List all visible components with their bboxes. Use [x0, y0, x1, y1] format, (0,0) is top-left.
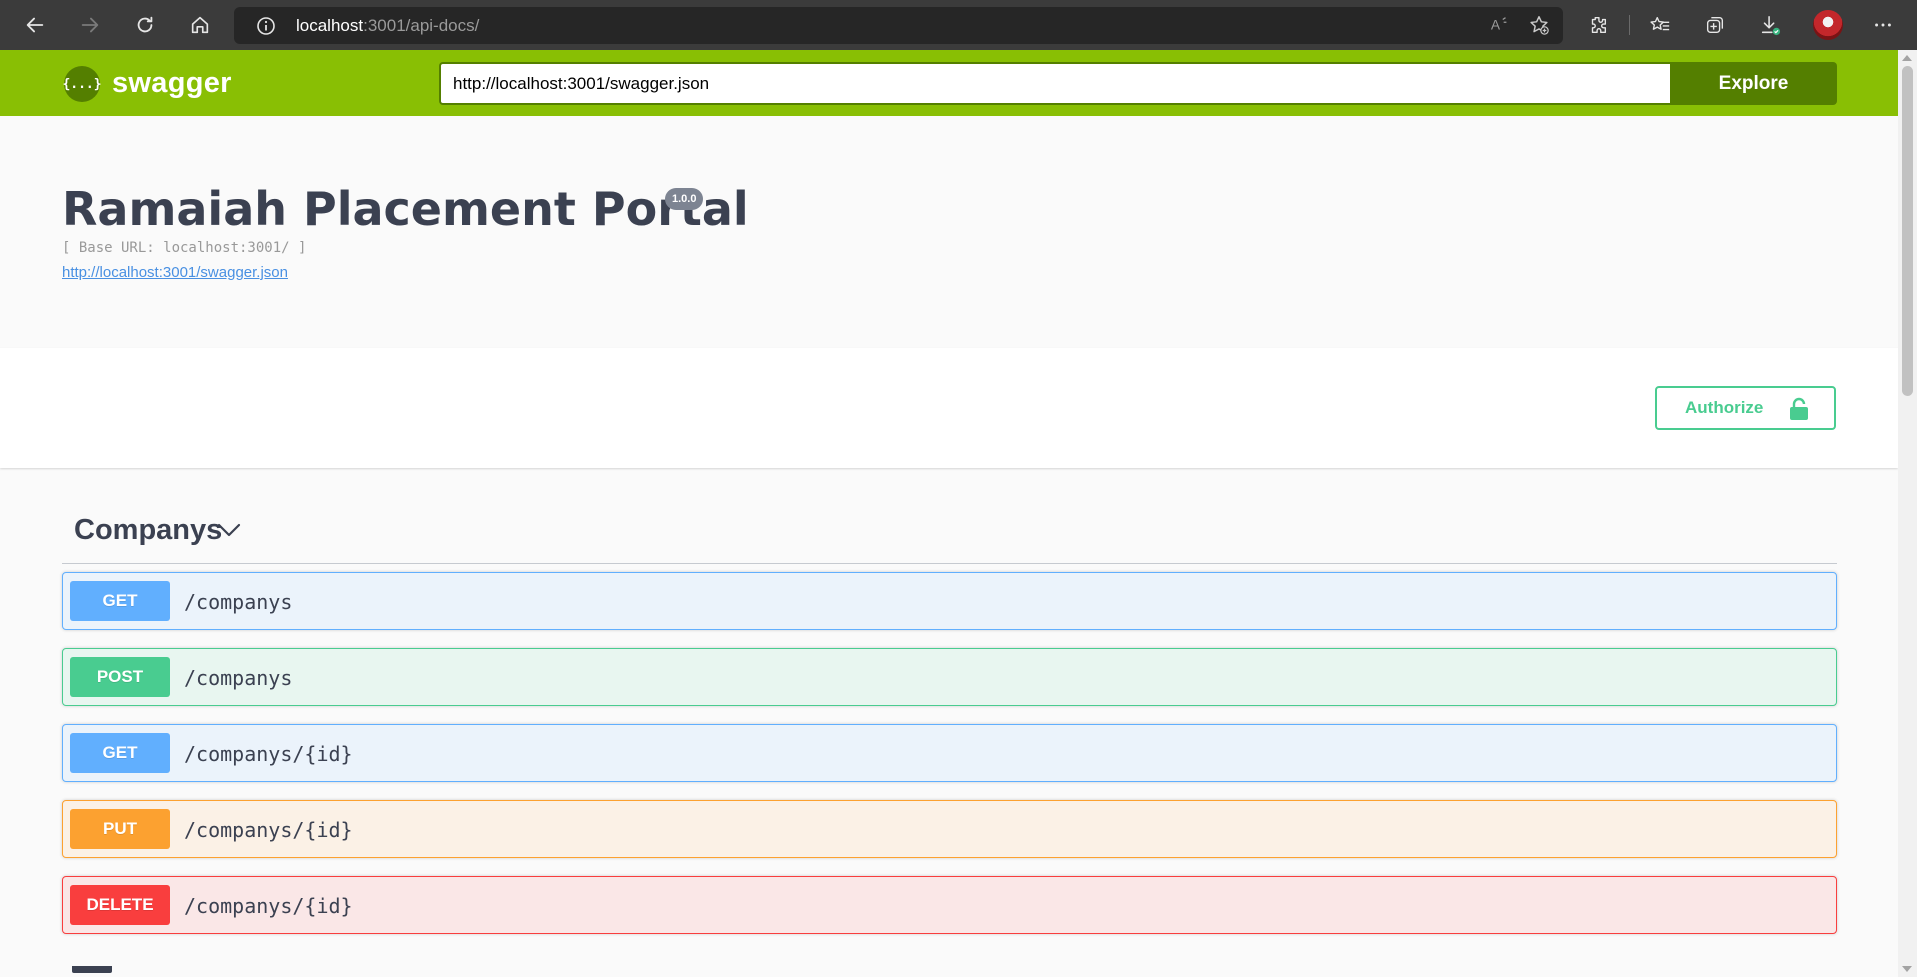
spec-url-input[interactable]	[439, 62, 1670, 105]
refresh-icon[interactable]	[129, 9, 161, 41]
favorites-icon[interactable]	[1644, 9, 1676, 41]
scrollbar-thumb[interactable]	[1902, 66, 1913, 396]
svg-text:A: A	[1491, 18, 1501, 33]
operation-row[interactable]: DELETE /companys/{id}	[62, 876, 1837, 934]
back-icon[interactable]	[19, 9, 51, 41]
lock-icon	[1790, 397, 1808, 420]
page-scrollbar[interactable]	[1898, 50, 1917, 977]
operation-row[interactable]: PUT /companys/{id}	[62, 800, 1837, 858]
scroll-up-arrow-icon[interactable]	[1902, 55, 1912, 61]
profile-avatar[interactable]	[1813, 10, 1843, 40]
operation-path: /companys/{id}	[184, 894, 353, 918]
add-favorite-icon[interactable]	[1523, 9, 1555, 41]
operation-row[interactable]: GET /companys/{id}	[62, 724, 1837, 782]
operation-row[interactable]: GET /companys	[62, 572, 1837, 630]
operation-row[interactable]: POST /companys	[62, 648, 1837, 706]
scheme-container: Authorize	[0, 348, 1898, 468]
version-badge: 1.0.0	[665, 188, 704, 210]
base-url: [ Base URL: localhost:3001/ ]	[62, 240, 307, 256]
swagger-logo-icon[interactable]: {...}	[62, 66, 102, 102]
address-bar[interactable]: localhost:3001/api-docs/ A	[234, 7, 1563, 44]
swagger-logo-text[interactable]: swagger	[112, 67, 232, 100]
collections-icon[interactable]	[1699, 9, 1731, 41]
api-title: Ramaiah Placement Portal	[62, 182, 749, 236]
method-badge: POST	[70, 657, 170, 697]
address-url[interactable]: localhost:3001/api-docs/	[296, 16, 479, 36]
method-badge: GET	[70, 581, 170, 621]
chevron-down-icon[interactable]	[216, 517, 242, 543]
authorize-label: Authorize	[1685, 398, 1764, 417]
swagger-topbar: {...} swagger Explore	[0, 50, 1898, 116]
method-badge: GET	[70, 733, 170, 773]
browser-toolbar: localhost:3001/api-docs/ A	[0, 0, 1917, 50]
authorize-button[interactable]: Authorize	[1655, 386, 1836, 430]
extensions-icon[interactable]	[1582, 9, 1614, 41]
operation-path: /companys	[184, 590, 293, 614]
operation-path: /companys/{id}	[184, 818, 353, 842]
forward-icon[interactable]	[74, 9, 106, 41]
scroll-down-arrow-icon[interactable]	[1902, 966, 1912, 972]
operation-path: /companys/{id}	[184, 742, 353, 766]
read-aloud-icon[interactable]: A	[1484, 9, 1516, 41]
method-badge: DELETE	[70, 885, 170, 925]
spec-link[interactable]: http://localhost:3001/swagger.json	[62, 264, 288, 281]
site-info-icon[interactable]	[256, 16, 276, 36]
operation-path: /companys	[184, 666, 293, 690]
toolbar-divider	[1629, 15, 1630, 35]
tag-section-header[interactable]: Companys	[62, 500, 1837, 564]
tag-name[interactable]: Companys	[74, 514, 222, 547]
more-icon[interactable]	[1867, 9, 1899, 41]
next-tag-header-partial[interactable]	[72, 966, 132, 977]
api-info: Ramaiah Placement Portal 1.0.0 [ Base UR…	[0, 116, 1898, 348]
method-badge: PUT	[70, 809, 170, 849]
home-icon[interactable]	[184, 9, 216, 41]
downloads-icon[interactable]	[1754, 9, 1786, 41]
explore-button[interactable]: Explore	[1670, 62, 1837, 105]
